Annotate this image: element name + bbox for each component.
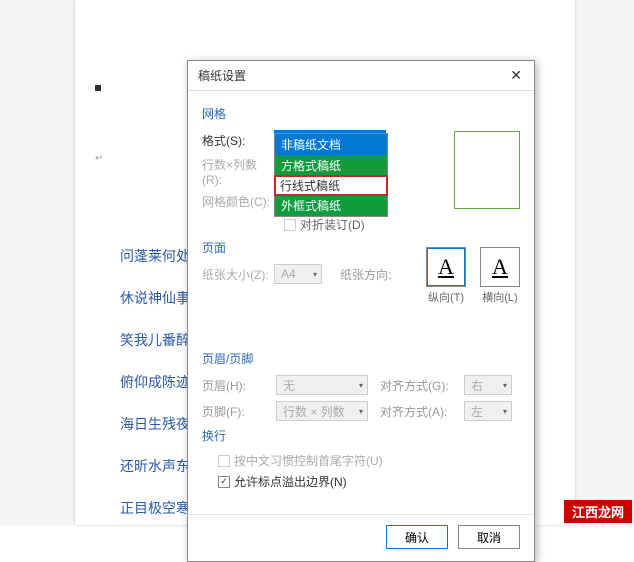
header-select: 无 ▾	[276, 375, 368, 395]
label-format: 格式(S):	[202, 132, 274, 149]
chevron-down-icon: ▾	[503, 381, 507, 390]
header-align-select: 右 ▾	[464, 375, 512, 395]
dialog-titlebar[interactable]: 稿纸设置 ✕	[188, 61, 534, 91]
label-paperorient: 纸张方向:	[340, 266, 402, 283]
orientation-landscape[interactable]: A	[480, 247, 520, 287]
label-align1: 对齐方式(G):	[380, 377, 452, 394]
ok-button[interactable]: 确认	[386, 525, 448, 549]
label-align2: 对齐方式(A):	[380, 403, 452, 420]
header-align-value: 右	[471, 377, 483, 394]
preview-box	[454, 131, 520, 209]
cjk-checkbox	[218, 455, 230, 467]
format-option-highlighted[interactable]: 行线式稿纸	[274, 175, 388, 196]
paragraph-mark	[95, 85, 101, 91]
papersize-value: A4	[281, 267, 296, 281]
foldbind-checkbox	[284, 219, 296, 231]
close-icon[interactable]: ✕	[506, 67, 526, 84]
dialog-genko-settings: 稿纸设置 ✕ 网格 格式(S): 非稿纸文档 ▾ 非稿纸文档 方格式稿纸 行线式…	[187, 60, 535, 562]
orientation-portrait[interactable]: A	[426, 247, 466, 287]
header-value: 无	[283, 377, 295, 394]
watermark: 江西龙网	[564, 500, 632, 523]
dialog-body: 网格 格式(S): 非稿纸文档 ▾ 非稿纸文档 方格式稿纸 行线式稿纸 外框式稿…	[188, 91, 534, 506]
papersize-select: A4 ▾	[274, 264, 322, 284]
foldbind-label: 对折装订(D)	[300, 216, 365, 233]
chevron-down-icon: ▾	[359, 407, 363, 416]
chevron-down-icon: ▾	[359, 381, 363, 390]
orientation-glyph: A	[492, 254, 508, 280]
chevron-down-icon: ▾	[313, 270, 317, 279]
label-gridcolor: 网格颜色(C):	[202, 193, 274, 210]
footer-value: 行数 × 列数	[283, 403, 345, 420]
orientation-glyph: A	[438, 254, 454, 280]
orientation-portrait-label: 纵向(T)	[426, 289, 466, 305]
dialog-title: 稿纸设置	[198, 67, 246, 84]
cjk-label: 按中文习惯控制首尾字符(U)	[234, 452, 383, 469]
format-option[interactable]: 非稿纸文档	[275, 134, 387, 155]
label-rowscols: 行数×列数(R):	[202, 156, 274, 187]
small-mark: ↵	[95, 153, 103, 164]
footer-select: 行数 × 列数 ▾	[276, 401, 368, 421]
label-papersize: 纸张大小(Z):	[202, 266, 274, 283]
orientation-landscape-label: 横向(L)	[480, 289, 520, 305]
punct-label: 允许标点溢出边界(N)	[234, 473, 347, 490]
label-footer: 页脚(F):	[202, 403, 264, 420]
format-dropdown-list: 非稿纸文档 方格式稿纸 行线式稿纸 外框式稿纸	[274, 133, 388, 217]
label-header: 页眉(H):	[202, 377, 264, 394]
footer-align-select: 左 ▾	[464, 401, 512, 421]
orientation-group: A 纵向(T) A 横向(L)	[426, 247, 520, 305]
format-option[interactable]: 方格式稿纸	[275, 155, 387, 176]
cancel-button[interactable]: 取消	[458, 525, 520, 549]
chevron-down-icon: ▾	[503, 407, 507, 416]
dialog-buttons: 确认 取消	[188, 514, 534, 561]
punct-checkbox[interactable]: ✓	[218, 476, 230, 488]
footer-align-value: 左	[471, 403, 483, 420]
section-headerfooter-title: 页眉/页脚	[202, 350, 520, 367]
section-grid-title: 网格	[202, 105, 520, 122]
section-linebreak-title: 换行	[202, 427, 520, 444]
format-option[interactable]: 外框式稿纸	[275, 195, 387, 216]
